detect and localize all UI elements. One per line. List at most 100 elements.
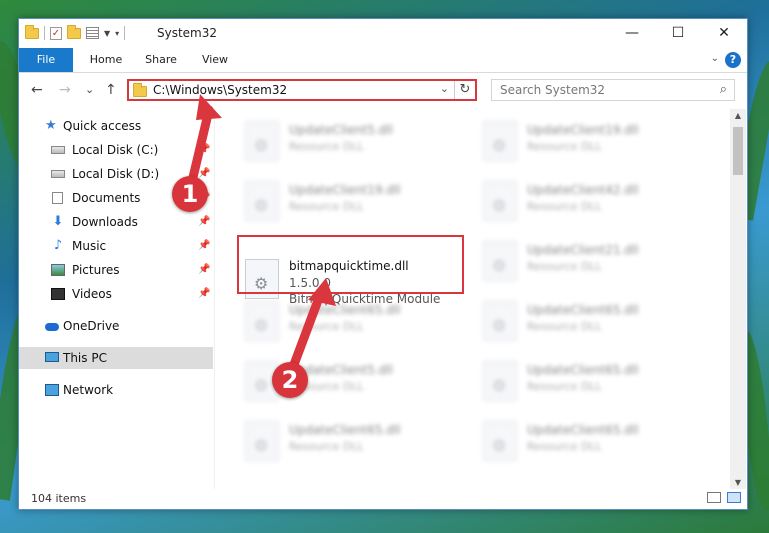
disk-icon xyxy=(51,170,65,178)
dll-file-icon xyxy=(483,421,517,461)
dll-file-icon xyxy=(245,421,279,461)
address-bar[interactable]: C:\Windows\System32 ⌄ ↻ xyxy=(127,79,477,101)
file-type: Resource DLL xyxy=(527,440,602,453)
details-view-icon[interactable] xyxy=(707,492,721,503)
file-name: UpdateClient65.dll xyxy=(527,363,639,377)
help-icon[interactable]: ? xyxy=(725,52,741,68)
sidebar-item-label: Pictures xyxy=(72,263,120,277)
back-button[interactable]: ← xyxy=(31,82,43,98)
file-name: UpdateClient65.dll xyxy=(289,303,401,317)
pin-icon[interactable]: 📌 xyxy=(198,235,210,257)
recent-locations-button[interactable]: ⌄ xyxy=(85,83,94,96)
tab-file[interactable]: File xyxy=(19,48,73,72)
file-type: Resource DLL xyxy=(289,440,364,453)
sidebar-item-label: Quick access xyxy=(63,119,142,133)
pin-icon[interactable]: 📌 xyxy=(198,259,210,281)
disk-icon xyxy=(51,146,65,154)
sidebar-item-downloads[interactable]: ⬇ Downloads 📌 xyxy=(19,211,213,233)
properties-check-icon[interactable]: ✓ xyxy=(50,26,62,40)
file-type: Resource DLL xyxy=(289,320,364,333)
sidebar-item-network[interactable]: Network xyxy=(19,379,213,401)
tab-share[interactable]: Share xyxy=(135,48,187,72)
file-type: Resource DLL xyxy=(527,140,602,153)
file-name: UpdateClient65.dll xyxy=(289,423,401,437)
sidebar-item-pictures[interactable]: Pictures 📌 xyxy=(19,259,213,281)
large-icons-view-icon[interactable] xyxy=(727,492,741,503)
dll-file-icon xyxy=(483,301,517,341)
ribbon-expand-icon[interactable]: ⌄ xyxy=(711,53,719,64)
file-tile[interactable]: UpdateClient65.dll Resource DLL xyxy=(239,295,469,345)
file-version: 1.5.0.0 xyxy=(289,276,331,290)
sidebar-item-music[interactable]: ♪ Music 📌 xyxy=(19,235,213,257)
pin-icon[interactable]: 📌 xyxy=(198,283,210,305)
pin-icon[interactable]: 📌 xyxy=(198,211,210,233)
file-tile[interactable]: UpdateClient65.dll Resource DLL xyxy=(477,295,707,345)
sidebar-item-quick-access[interactable]: ★ Quick access xyxy=(19,115,213,137)
tab-view[interactable]: View xyxy=(193,48,237,72)
explorer-window: ✓ ▼ ▾ System32 — ☐ ✕ File Home Share Vie… xyxy=(18,18,748,510)
dll-file-icon xyxy=(483,361,517,401)
file-tile[interactable]: UpdateClient65.dll Resource DLL xyxy=(239,415,469,465)
view-switcher xyxy=(707,492,741,503)
sidebar-item-onedrive[interactable]: OneDrive xyxy=(19,315,213,337)
search-icon[interactable]: ⌕ xyxy=(720,82,727,97)
video-icon xyxy=(51,288,65,300)
sidebar-item-label: Music xyxy=(72,239,107,253)
toolbar-separator xyxy=(124,26,126,40)
document-icon xyxy=(52,192,63,204)
window-title: System32 xyxy=(157,26,218,40)
customize-toolbar-icon[interactable]: ▾ xyxy=(115,29,119,38)
refresh-button[interactable]: ↻ xyxy=(454,81,475,99)
navigation-bar: ← → ⌄ ↑ C:\Windows\System32 ⌄ ↻ Search S… xyxy=(19,73,747,107)
vertical-scrollbar[interactable]: ▲ ▼ xyxy=(730,109,746,489)
cloud-icon xyxy=(45,323,59,331)
file-name: UpdateClient65.dll xyxy=(527,303,639,317)
quick-access-toolbar: ✓ ▼ ▾ xyxy=(25,24,126,41)
dll-file-icon xyxy=(245,301,279,341)
scroll-down-icon[interactable]: ▼ xyxy=(730,478,746,487)
file-name: UpdateClient5.dll xyxy=(289,123,393,137)
sidebar-item-label: Local Disk (C:) xyxy=(72,143,159,157)
music-icon: ♪ xyxy=(53,238,63,253)
star-icon: ★ xyxy=(45,118,57,133)
chevron-down-icon[interactable]: ▼ xyxy=(104,29,110,38)
toolbar-separator xyxy=(44,26,45,40)
address-path[interactable]: C:\Windows\System32 xyxy=(153,83,287,97)
chevron-down-icon[interactable]: ⌄ xyxy=(440,82,449,95)
file-tile[interactable]: UpdateClient5.dll Resource DLL xyxy=(239,115,469,165)
properties-icon[interactable] xyxy=(86,27,99,39)
file-tile[interactable]: UpdateClient21.dll Resource DLL xyxy=(477,235,707,285)
file-tile[interactable]: UpdateClient19.dll Resource DLL xyxy=(477,115,707,165)
sidebar-item-local-disk-c[interactable]: Local Disk (C:) 📌 xyxy=(19,139,213,161)
sidebar-item-label: Documents xyxy=(72,191,141,205)
minimize-button[interactable]: — xyxy=(609,19,655,47)
window-controls: — ☐ ✕ xyxy=(609,19,747,47)
file-tile[interactable]: UpdateClient65.dll Resource DLL xyxy=(477,415,707,465)
search-input[interactable]: Search System32 xyxy=(500,83,605,97)
step-badge-1: 1 xyxy=(172,176,208,212)
sidebar-item-videos[interactable]: Videos 📌 xyxy=(19,283,213,305)
file-tile[interactable]: UpdateClient19.dll Resource DLL xyxy=(239,175,469,225)
title-bar: ✓ ▼ ▾ System32 — ☐ ✕ xyxy=(19,19,747,47)
file-name: UpdateClient21.dll xyxy=(527,243,639,257)
dll-file-icon xyxy=(245,121,279,161)
forward-button[interactable]: → xyxy=(59,82,71,98)
computer-icon xyxy=(45,352,59,362)
new-folder-icon[interactable] xyxy=(67,24,81,39)
file-tile[interactable]: UpdateClient65.dll Resource DLL xyxy=(477,355,707,405)
network-icon xyxy=(45,384,59,396)
maximize-button[interactable]: ☐ xyxy=(655,19,701,47)
tab-home[interactable]: Home xyxy=(81,48,131,72)
sidebar-item-label: This PC xyxy=(63,351,107,365)
ribbon-tabs: File Home Share View ⌄ ? xyxy=(19,48,747,73)
download-icon: ⬇ xyxy=(52,214,64,229)
file-type: Resource DLL xyxy=(527,200,602,213)
search-box[interactable]: Search System32 ⌕ xyxy=(491,79,735,101)
pin-icon[interactable]: 📌 xyxy=(198,139,210,161)
scroll-up-icon[interactable]: ▲ xyxy=(730,111,746,120)
close-button[interactable]: ✕ xyxy=(701,19,747,47)
sidebar-item-this-pc[interactable]: This PC xyxy=(19,347,213,369)
up-button[interactable]: ↑ xyxy=(105,82,117,98)
scrollbar-thumb[interactable] xyxy=(733,127,743,175)
file-tile[interactable]: UpdateClient42.dll Resource DLL xyxy=(477,175,707,225)
